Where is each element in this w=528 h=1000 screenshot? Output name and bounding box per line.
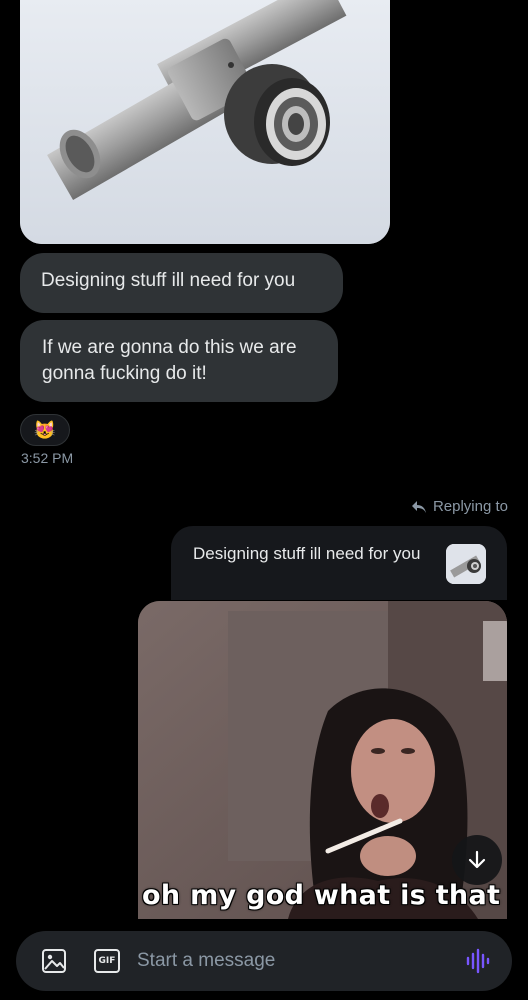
message-input[interactable]: Start a message [137,950,275,972]
scroll-to-bottom-button[interactable] [452,835,502,885]
gif-frame [138,601,507,919]
gif-attachment[interactable] [138,601,507,919]
voice-icon [466,948,490,974]
received-message[interactable]: If we are gonna do this we are gonna fuc… [20,320,338,402]
reaction-emoji: 😻 [33,419,57,440]
replying-to-text: Replying to [432,498,508,515]
pipe-model-render [20,0,390,244]
quoted-message-text: Designing stuff ill need for you [193,544,421,563]
message-composer: GIF Start a message [16,931,512,991]
arrow-down-icon [468,850,486,869]
add-image-button[interactable] [41,948,67,979]
image-attachment[interactable] [20,0,390,244]
gif-icon: GIF [94,949,120,973]
add-gif-button[interactable]: GIF [94,949,120,973]
gif-caption: oh my god what is that [142,880,501,911]
message-timestamp: 3:52 PM [21,450,74,466]
image-icon [42,949,66,973]
message-reaction[interactable]: 😻 [20,414,70,446]
received-message[interactable]: Designing stuff ill need for you [20,253,343,313]
voice-message-button[interactable] [465,947,491,980]
quoted-image-thumbnail [446,544,486,584]
gif-icon-label: GIF [98,956,116,966]
reply-arrow-icon [411,500,426,513]
replying-to-label: Replying to [411,498,508,515]
